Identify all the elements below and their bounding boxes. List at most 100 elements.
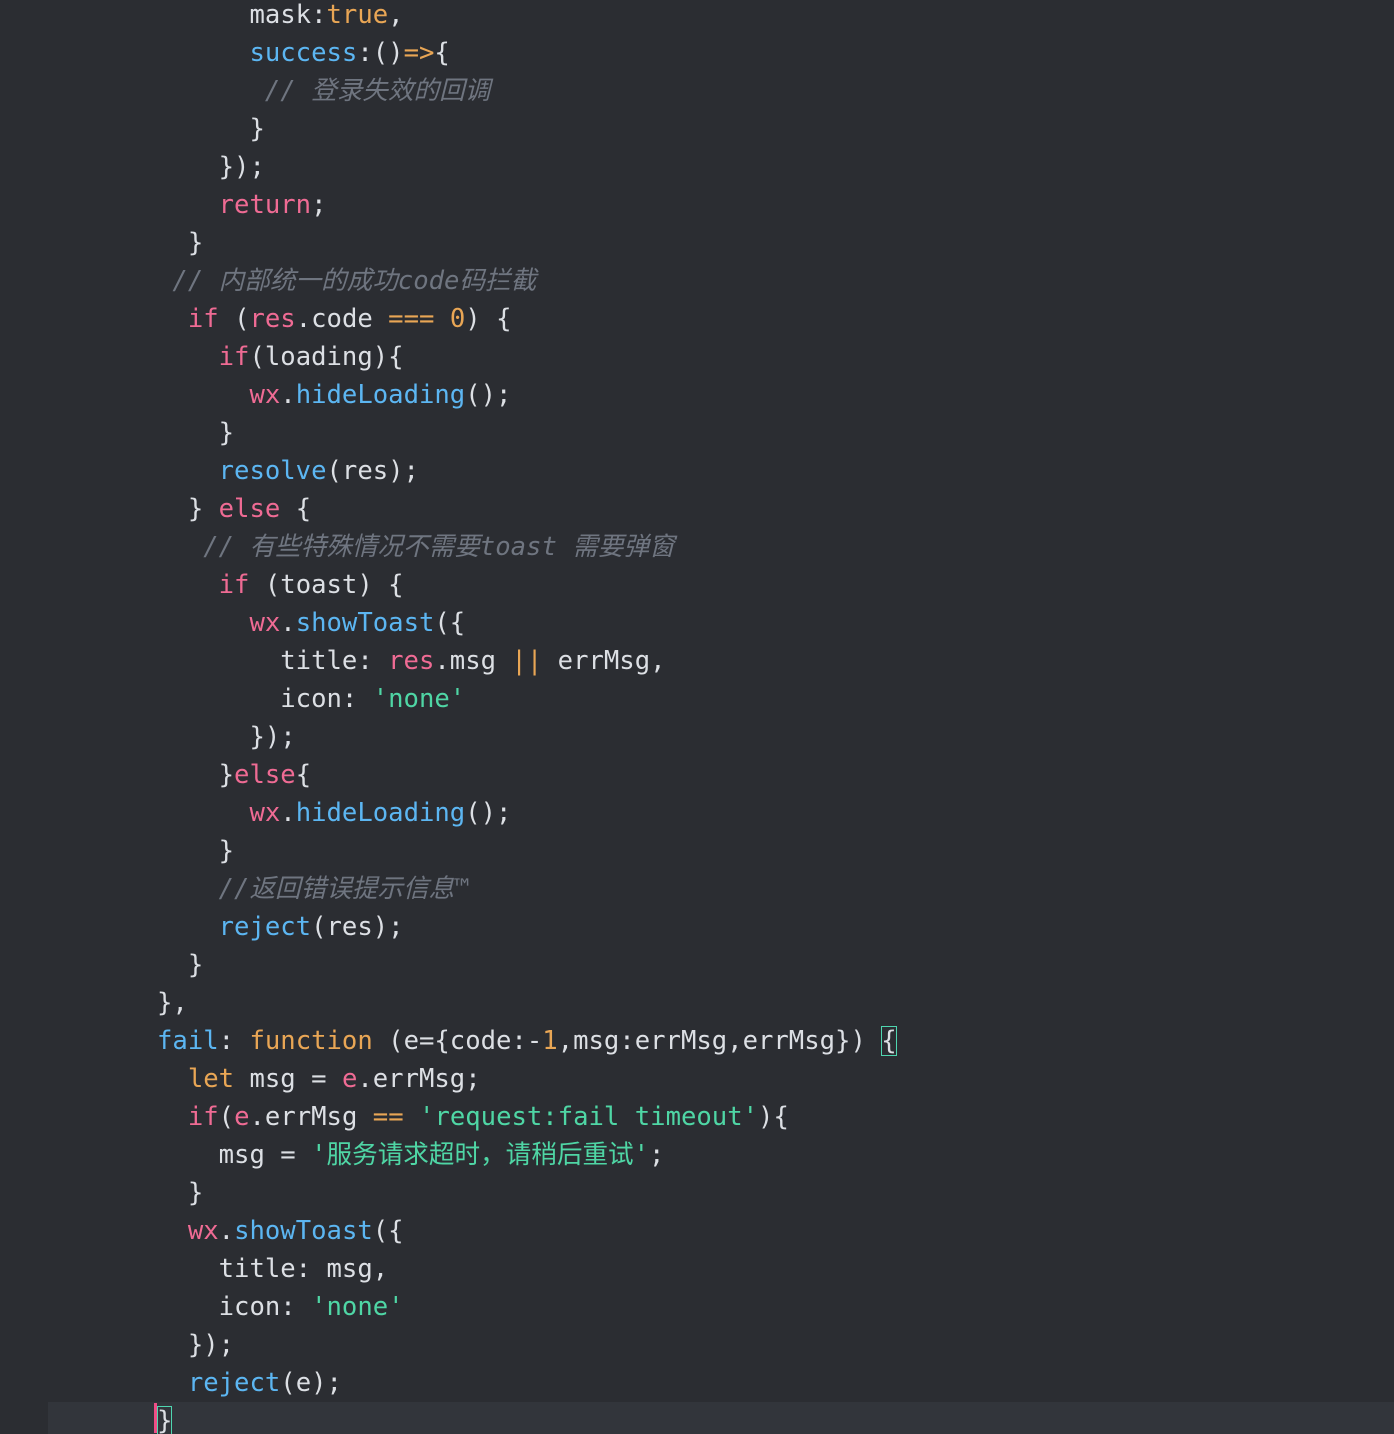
code-line[interactable]: } bbox=[157, 414, 897, 452]
code-token-plain: title: bbox=[157, 646, 389, 676]
code-line[interactable]: wx.hideLoading(); bbox=[157, 376, 897, 414]
code-line[interactable]: wx.hideLoading(); bbox=[157, 794, 897, 832]
code-line[interactable]: reject(e); bbox=[157, 1364, 897, 1402]
code-line[interactable]: if(e.errMsg == 'request:fail timeout'){ bbox=[157, 1098, 897, 1136]
code-token-keyword: else bbox=[234, 760, 296, 790]
code-token-keyword: return bbox=[218, 190, 312, 220]
code-line[interactable]: } bbox=[157, 832, 897, 870]
code-token-function: hideLoading bbox=[295, 380, 466, 410]
code-token-function: hideLoading bbox=[295, 798, 466, 828]
code-token-plain: ; bbox=[649, 1140, 665, 1170]
code-token-function: showToast bbox=[295, 608, 435, 638]
code-token-operator: => bbox=[403, 38, 435, 68]
code-line[interactable]: } bbox=[157, 946, 897, 984]
code-line[interactable]: let msg = e.errMsg; bbox=[157, 1060, 897, 1098]
code-line[interactable]: }, bbox=[157, 984, 897, 1022]
code-line[interactable]: } bbox=[157, 224, 897, 262]
code-token-keyword: if bbox=[187, 304, 219, 334]
code-token-keyword: wx bbox=[249, 608, 281, 638]
code-token-keyword: if bbox=[218, 570, 250, 600]
code-line[interactable]: // 内部统一的成功code码拦截 bbox=[157, 262, 897, 300]
code-token-function: fail bbox=[157, 1026, 219, 1056]
code-line[interactable]: }else{ bbox=[157, 756, 897, 794]
code-line[interactable]: }); bbox=[157, 718, 897, 756]
code-editor[interactable]: mask:true, success:()=>{ // 登录失效的回调 } })… bbox=[0, 0, 1394, 1434]
code-token-plain: } bbox=[157, 760, 235, 790]
code-token-plain: }, bbox=[157, 988, 188, 1018]
code-comment: //返回错误提示信息™ bbox=[218, 874, 470, 904]
code-line[interactable]: resolve(res); bbox=[157, 452, 897, 490]
code-text-area[interactable]: mask:true, success:()=>{ // 登录失效的回调 } })… bbox=[157, 0, 897, 1434]
code-line[interactable]: if (res.code === 0) { bbox=[157, 300, 897, 338]
code-line[interactable]: reject(res); bbox=[157, 908, 897, 946]
code-token-plain: . bbox=[280, 608, 296, 638]
code-token-operator: 0 bbox=[449, 304, 466, 334]
code-line[interactable]: icon: 'none' bbox=[157, 680, 897, 718]
code-line[interactable]: } else { bbox=[157, 490, 897, 528]
code-token-plain: } bbox=[157, 494, 219, 524]
code-token-plain: (); bbox=[465, 380, 512, 410]
code-line[interactable]: wx.showToast({ bbox=[157, 604, 897, 642]
code-line[interactable]: icon: 'none' bbox=[157, 1288, 897, 1326]
code-token-plain: } bbox=[157, 836, 235, 866]
code-line[interactable]: msg = '服务请求超时，请稍后重试'; bbox=[157, 1136, 897, 1174]
code-token-plain: (e); bbox=[280, 1368, 342, 1398]
code-line[interactable]: }); bbox=[157, 148, 897, 186]
code-line[interactable]: success:()=>{ bbox=[157, 34, 897, 72]
code-line[interactable]: } bbox=[157, 1174, 897, 1212]
code-token-keyword: wx bbox=[187, 1216, 219, 1246]
matching-bracket: } bbox=[157, 1406, 173, 1434]
code-line[interactable]: // 登录失效的回调 bbox=[157, 72, 897, 110]
code-token-plain: . bbox=[280, 380, 296, 410]
code-token-plain: . bbox=[280, 798, 296, 828]
code-token-plain: ( bbox=[218, 304, 250, 334]
code-comment: // 登录失效的回调 bbox=[264, 76, 491, 106]
code-token-plain: } bbox=[157, 418, 235, 448]
code-line[interactable]: wx.showToast({ bbox=[157, 1212, 897, 1250]
code-token-keyword: if bbox=[187, 1102, 219, 1132]
code-token-keyword: if bbox=[218, 342, 250, 372]
code-line[interactable]: } bbox=[157, 1402, 897, 1434]
code-line[interactable]: fail: function (e={code:-1,msg:errMsg,er… bbox=[157, 1022, 897, 1060]
code-token-function: reject bbox=[218, 912, 312, 942]
code-line[interactable]: title: msg, bbox=[157, 1250, 897, 1288]
matching-bracket: { bbox=[881, 1026, 897, 1056]
code-token-keyword: else bbox=[218, 494, 281, 524]
code-token-operator: let bbox=[187, 1064, 235, 1094]
code-line[interactable]: //返回错误提示信息™ bbox=[157, 870, 897, 908]
code-line[interactable]: }); bbox=[157, 1326, 897, 1364]
code-token-plain: (toast) { bbox=[249, 570, 404, 600]
code-line[interactable]: if(loading){ bbox=[157, 338, 897, 376]
code-line[interactable]: // 有些特殊情况不需要toast 需要弹窗 bbox=[157, 528, 897, 566]
code-token-plain: .errMsg; bbox=[357, 1064, 481, 1094]
code-token-operator: function bbox=[249, 1026, 373, 1056]
text-cursor bbox=[154, 1403, 157, 1433]
code-token-plain: } bbox=[157, 950, 204, 980]
code-token-function: reject bbox=[187, 1368, 281, 1398]
code-token-plain: } bbox=[157, 114, 265, 144]
code-comment: // 内部统一的成功code码拦截 bbox=[172, 266, 537, 296]
code-line[interactable]: return; bbox=[157, 186, 897, 224]
code-token-plain: .errMsg bbox=[249, 1102, 373, 1132]
code-line[interactable]: if (toast) { bbox=[157, 566, 897, 604]
code-token-plain: } bbox=[157, 1178, 204, 1208]
code-line[interactable]: mask:true, bbox=[157, 0, 897, 34]
code-line[interactable]: } bbox=[157, 110, 897, 148]
code-line[interactable]: title: res.msg || errMsg, bbox=[157, 642, 897, 680]
code-token-keyword: wx bbox=[249, 380, 281, 410]
code-token-plain: icon: bbox=[157, 684, 373, 714]
code-token-plain: .code bbox=[295, 304, 389, 334]
code-token-plain: (res); bbox=[326, 456, 419, 486]
